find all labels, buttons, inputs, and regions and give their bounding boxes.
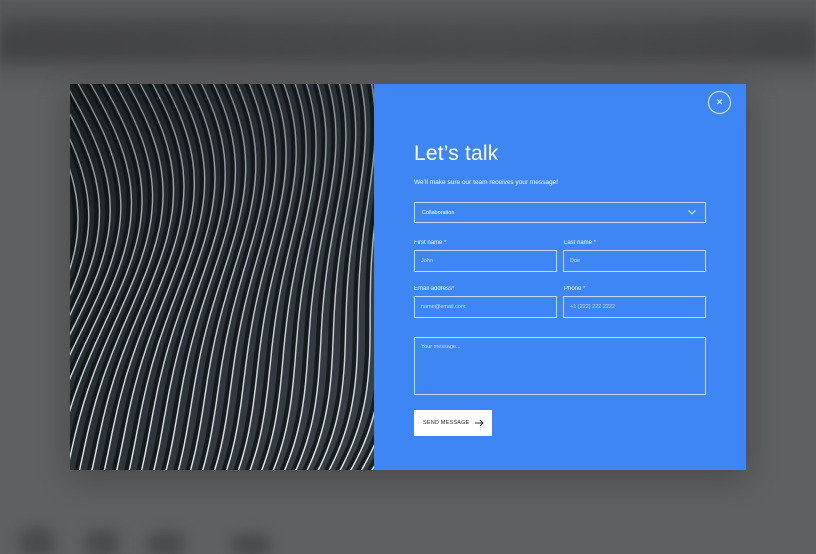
phone-placeholder: +1 (222) 222 2222 xyxy=(570,304,616,310)
topic-select[interactable]: Collaboration xyxy=(414,202,706,223)
architecture-photo xyxy=(70,84,374,470)
modal-subtitle: We’ll make sure our team receives your m… xyxy=(414,179,559,186)
email-placeholder: name@email.com xyxy=(421,304,466,310)
background-footer xyxy=(0,515,816,554)
modal-title: Let’s talk xyxy=(414,142,499,165)
last-name-label: Last name * xyxy=(564,240,597,246)
send-message-label: SEND MESSAGE xyxy=(423,420,470,426)
close-icon: ✕ xyxy=(715,97,724,107)
chevron-down-icon xyxy=(688,210,696,215)
contact-modal: ✕ Let’s talk We’ll make sure our team re… xyxy=(70,84,746,470)
contact-form: ✕ Let’s talk We’ll make sure our team re… xyxy=(374,84,746,470)
email-label: Email address* xyxy=(414,286,455,292)
first-name-label: First name * xyxy=(414,240,447,246)
phone-input[interactable]: +1 (222) 222 2222 xyxy=(563,296,706,318)
background-header xyxy=(0,0,816,95)
topic-select-value: Collaboration xyxy=(422,209,455,216)
message-textarea[interactable]: Your message... xyxy=(414,337,706,395)
last-name-placeholder: Doe xyxy=(570,258,581,264)
first-name-placeholder: John xyxy=(421,258,433,264)
phone-label: Phone * xyxy=(564,286,586,292)
close-button[interactable]: ✕ xyxy=(708,91,731,114)
email-input[interactable]: name@email.com xyxy=(414,296,557,318)
first-name-input[interactable]: John xyxy=(414,250,557,272)
last-name-input[interactable]: Doe xyxy=(563,250,706,272)
send-message-button[interactable]: SEND MESSAGE xyxy=(414,410,492,436)
message-placeholder: Your message... xyxy=(421,344,461,350)
arrow-right-icon xyxy=(475,419,484,427)
